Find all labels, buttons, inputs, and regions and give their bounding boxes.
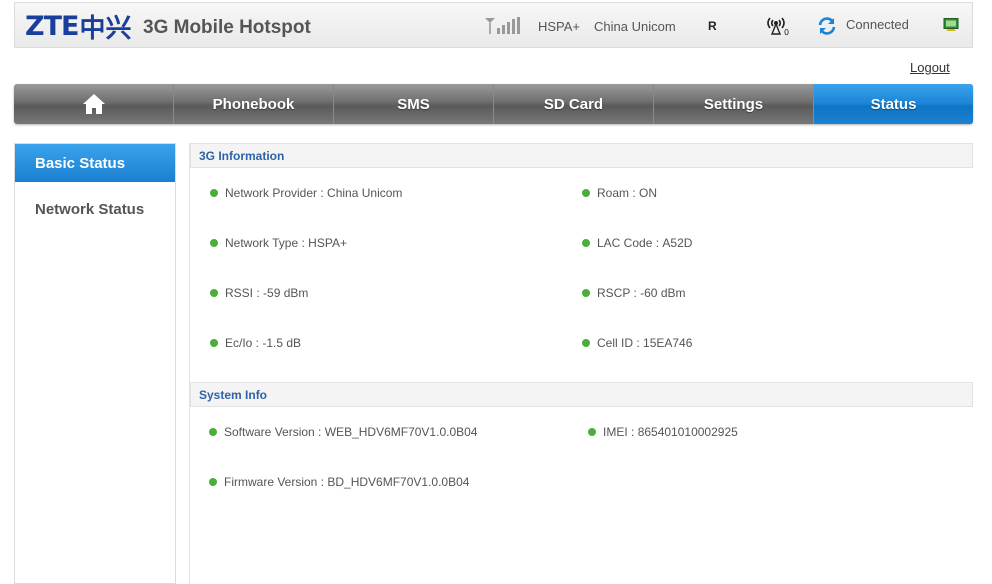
info-label: Roam : — [597, 186, 636, 200]
nav-sms[interactable]: SMS — [334, 84, 494, 124]
logout-link[interactable]: Logout — [910, 60, 950, 75]
sidebar-item-basic-status[interactable]: Basic Status — [15, 144, 175, 182]
info-value: 15EA746 — [643, 336, 693, 350]
info-label: LAC Code : — [597, 236, 660, 250]
header-bar: ZTE 中兴 3G Mobile Hotspot HSPA+ China Uni… — [14, 2, 973, 48]
info-value: HSPA+ — [308, 236, 347, 250]
info-label: Firmware Version : — [224, 475, 325, 489]
info-rscp: RSCP : -60 dBm — [582, 286, 686, 300]
wifi-clients-icon: 0 — [767, 17, 789, 37]
info-label: RSSI : — [225, 286, 260, 300]
main-content: 3G Information Network Provider : China … — [189, 143, 973, 584]
info-grid-system: Software Version : WEB_HDV6MF70V1.0.0B04… — [190, 407, 973, 557]
status-dot — [210, 239, 218, 247]
info-label: Software Version : — [224, 425, 322, 439]
info-value: ON — [639, 186, 658, 200]
sidebar: Basic Status Network Status — [14, 143, 176, 584]
provider-indicator: China Unicom — [594, 19, 676, 34]
info-rssi: RSSI : -59 dBm — [210, 286, 308, 300]
status-dot — [582, 239, 590, 247]
zte-logo: ZTE 中兴 — [25, 10, 132, 44]
info-label: RSCP : — [597, 286, 637, 300]
info-imei: IMEI : 865401010002925 — [588, 425, 738, 439]
info-grid-3g: Network Provider : China Unicom Network … — [190, 168, 973, 382]
product-title: 3G Mobile Hotspot — [143, 17, 311, 38]
connection-status: Connected — [846, 17, 909, 32]
sidebar-item-network-status[interactable]: Network Status — [15, 190, 175, 228]
info-network-provider: Network Provider : China Unicom — [210, 186, 402, 200]
info-ecio: Ec/Io : -1.5 dB — [210, 336, 301, 350]
connection-sync-icon — [818, 17, 836, 35]
svg-text:0: 0 — [784, 28, 789, 37]
info-label: Network Type : — [225, 236, 305, 250]
info-firmware-version: Firmware Version : BD_HDV6MF70V1.0.0B04 — [209, 475, 469, 489]
info-value: A52D — [662, 236, 693, 250]
info-roam: Roam : ON — [582, 186, 657, 200]
nav-settings[interactable]: Settings — [654, 84, 814, 124]
info-value: -60 dBm — [640, 286, 686, 300]
info-label: Network Provider : — [225, 186, 324, 200]
info-value: -59 dBm — [263, 286, 309, 300]
info-value: 865401010002925 — [637, 425, 738, 439]
status-dot — [582, 189, 590, 197]
section-title-3g: 3G Information — [190, 143, 973, 168]
main-nav: Phonebook SMS SD Card Settings Status — [14, 84, 973, 124]
status-dot — [209, 478, 217, 486]
status-dot — [209, 428, 217, 436]
info-value: China Unicom — [327, 186, 403, 200]
home-icon — [82, 94, 105, 114]
info-cell-id: Cell ID : 15EA746 — [582, 336, 692, 350]
nav-status[interactable]: Status — [814, 84, 973, 124]
info-value: -1.5 dB — [262, 336, 302, 350]
logo-text: ZTE — [25, 10, 79, 42]
info-label: Ec/Io : — [225, 336, 260, 350]
nav-home[interactable] — [14, 84, 174, 124]
screen-icon[interactable] — [943, 17, 959, 33]
status-dot — [582, 339, 590, 347]
info-label: Cell ID : — [597, 336, 640, 350]
roam-indicator: R — [708, 19, 717, 33]
info-label: IMEI : — [603, 425, 635, 439]
network-type-indicator: HSPA+ — [538, 19, 581, 34]
info-network-type: Network Type : HSPA+ — [210, 236, 347, 250]
status-dot — [210, 339, 218, 347]
info-lac-code: LAC Code : A52D — [582, 236, 692, 250]
status-dot — [210, 289, 218, 297]
info-value: WEB_HDV6MF70V1.0.0B04 — [324, 425, 478, 439]
status-dot — [210, 189, 218, 197]
info-software-version: Software Version : WEB_HDV6MF70V1.0.0B04 — [209, 425, 477, 439]
section-title-system-info: System Info — [190, 382, 973, 407]
status-dot — [588, 428, 596, 436]
logo-chinese: 中兴 — [79, 13, 132, 44]
info-value: BD_HDV6MF70V1.0.0B04 — [327, 475, 470, 489]
signal-strength-icon — [485, 17, 520, 34]
nav-sd-card[interactable]: SD Card — [494, 84, 654, 124]
nav-phonebook[interactable]: Phonebook — [174, 84, 334, 124]
status-dot — [582, 289, 590, 297]
